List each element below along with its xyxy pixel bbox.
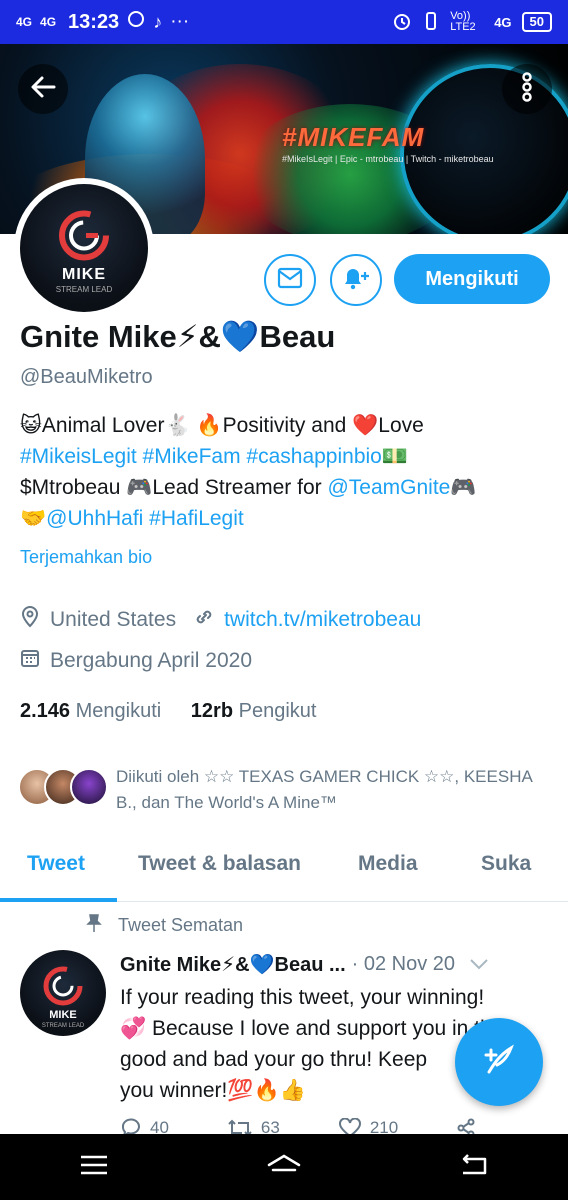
- signal-indicator-2: 4G: [40, 15, 57, 29]
- banner-title: #MIKEFAM: [282, 122, 425, 152]
- back-nav-icon: [463, 1153, 487, 1174]
- tiktok-icon: ♪: [153, 11, 163, 32]
- avatar-label: MIKE: [62, 266, 106, 283]
- message-button[interactable]: [264, 254, 316, 306]
- profile-avatar[interactable]: MIKE STREAM LEAD: [14, 178, 154, 318]
- avatar: [70, 768, 108, 806]
- profile-location: United States: [50, 608, 177, 631]
- status-bar: 4G 4G 13:23 ♪ ··· Vo)) LTE2 4G 50: [0, 0, 568, 44]
- gnite-logo-icon: MIKE STREAM LEAD: [42, 966, 85, 1029]
- pinned-tweet-header: Tweet Sematan: [86, 914, 243, 937]
- active-tab-indicator: [0, 898, 117, 902]
- volte-indicator: Vo)) LTE2: [450, 10, 476, 33]
- more-notifications: ···: [170, 11, 190, 32]
- compose-feather-icon: [479, 1040, 519, 1085]
- bell-plus-icon: [341, 265, 371, 296]
- bio-handshake-emoji: 🤝: [20, 507, 47, 530]
- tab-tweet[interactable]: Tweet: [27, 852, 85, 876]
- bio-line-3: $Mtrobeau 🎮Lead Streamer for @TeamGnite🎮: [20, 472, 550, 503]
- location-pin-icon: [20, 606, 40, 634]
- followers-count-link[interactable]: 12rb Pengikut: [191, 700, 317, 722]
- bio-line-4: 🤝@UhhHafi #HafiLegit: [20, 503, 550, 534]
- pinned-label: Tweet Sematan: [118, 915, 244, 935]
- followers-label: Pengikut: [238, 700, 317, 722]
- tweet-author-name[interactable]: Gnite Mike⚡&💙Beau ...: [120, 952, 346, 977]
- tweet-header: Gnite Mike⚡&💙Beau ... · 02 Nov 20: [120, 952, 489, 977]
- followed-by-text: Diikuti oleh ☆☆ TEXAS GAMER CHICK ☆☆, KE…: [116, 767, 532, 812]
- tweet-line: If your reading this tweet, your winning…: [120, 986, 485, 1009]
- bio-text: $Mtrobeau 🎮Lead Streamer for: [20, 476, 328, 499]
- system-nav-bar: [0, 1134, 568, 1200]
- clock-time: 13:23: [68, 10, 120, 33]
- translate-bio-link[interactable]: Terjemahkan bio: [20, 547, 152, 568]
- tweet-date: · 02 Nov 20: [351, 953, 456, 975]
- following-count-link[interactable]: 2.146 Mengikuti: [20, 700, 161, 722]
- tab-media[interactable]: Media: [358, 852, 418, 876]
- more-options-button[interactable]: [502, 64, 552, 114]
- battery-indicator: 50: [521, 12, 552, 32]
- bio-gamepad-emoji: 🎮: [450, 476, 477, 499]
- profile-name: Gnite Mike⚡&💙Beau: [20, 319, 336, 354]
- mail-icon: [277, 267, 303, 294]
- followed-by-row[interactable]: Diikuti oleh ☆☆ TEXAS GAMER CHICK ☆☆, KE…: [18, 764, 536, 816]
- bio-line-2: #MikeisLegit #MikeFam #cashappinbio💵: [20, 441, 550, 472]
- profile-joined-date: Bergabung April 2020: [50, 649, 252, 672]
- follower-avatars: [18, 768, 108, 806]
- profile-website-link[interactable]: twitch.tv/miketrobeau: [224, 608, 421, 632]
- back-button[interactable]: [18, 64, 68, 114]
- alarm-icon: [392, 11, 412, 34]
- menu-button[interactable]: [79, 1154, 109, 1181]
- chevron-down-icon[interactable]: [469, 953, 489, 976]
- bio-mention-teamgnite[interactable]: @TeamGnite: [327, 476, 450, 499]
- compose-tweet-button[interactable]: [455, 1018, 543, 1106]
- bio-money-emoji: 💵: [381, 445, 409, 468]
- tweet-avatar-label: MIKE: [49, 1009, 77, 1021]
- home-icon: [267, 1154, 301, 1171]
- whatsapp-icon: [127, 10, 145, 34]
- banner-subline: #MikeIsLegit | Epic - mtrobeau | Twitch …: [282, 154, 494, 164]
- back-nav-button[interactable]: [459, 1153, 489, 1182]
- bio-line-1: 😺Animal Lover🐇 🔥Positivity and ❤️Love: [20, 414, 424, 437]
- tweet-avatar-sublabel: STREAM LEAD: [42, 1023, 85, 1029]
- following-count: 2.146: [20, 700, 71, 722]
- profile-tabs: Tweet Tweet & balasan Media Suka: [0, 840, 568, 902]
- vibrate-icon: [422, 11, 440, 34]
- calendar-icon: [20, 648, 40, 674]
- home-button[interactable]: [266, 1153, 302, 1182]
- followers-count: 12rb: [190, 700, 234, 722]
- follow-counts: 2.146 Mengikuti 12rb Pengikut: [20, 700, 316, 723]
- following-button[interactable]: Mengikuti: [394, 254, 550, 304]
- tab-likes[interactable]: Suka: [481, 852, 531, 876]
- bio-mention-links[interactable]: @UhhHafi #HafiLegit: [46, 507, 244, 530]
- profile-handle: @BeauMiketro: [20, 366, 153, 388]
- back-arrow-icon: [28, 72, 58, 107]
- tweet-author-avatar[interactable]: MIKE STREAM LEAD: [20, 950, 106, 1036]
- bio-hashtag-links[interactable]: #MikeisLegit #MikeFam #cashappinbio: [20, 445, 382, 468]
- more-vertical-icon: [521, 71, 533, 107]
- link-icon: [194, 607, 214, 633]
- tab-tweets-replies[interactable]: Tweet & balasan: [138, 852, 301, 876]
- signal-indicator-1: 4G: [16, 15, 33, 29]
- notifications-button[interactable]: [330, 254, 382, 306]
- profile-bio: 😺Animal Lover🐇 🔥Positivity and ❤️Love #M…: [20, 410, 550, 534]
- gnite-logo-icon: [52, 203, 116, 272]
- avatar-sublabel: STREAM LEAD: [55, 285, 113, 294]
- network-4g-indicator: 4G: [494, 14, 512, 30]
- profile-meta-row: United States twitch.tv/miketrobeau: [20, 606, 421, 634]
- profile-joined-row: Bergabung April 2020: [20, 648, 252, 674]
- pin-icon: [86, 914, 102, 937]
- following-label: Mengikuti: [75, 700, 162, 722]
- menu-icon: [80, 1155, 107, 1174]
